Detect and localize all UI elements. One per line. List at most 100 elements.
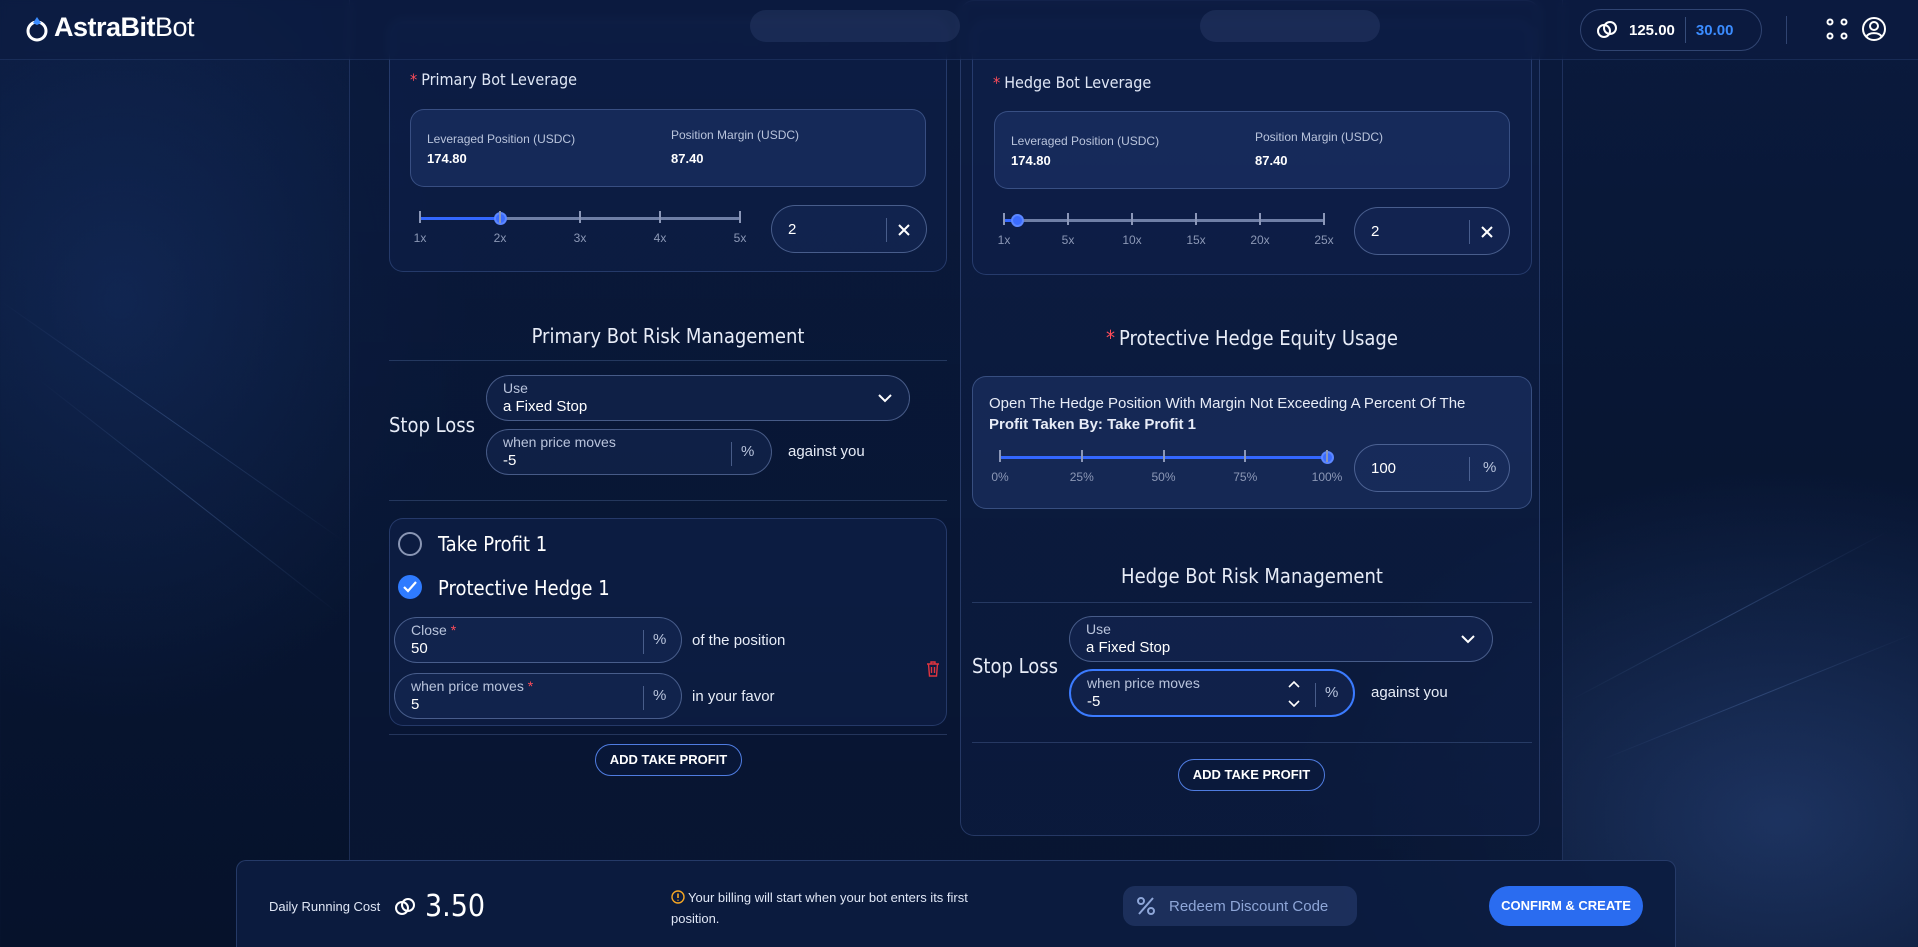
slider-track [1004,219,1324,222]
input-divider [1315,683,1316,707]
select-label: Use [1086,621,1111,637]
slider-tick-label: 3x [573,231,587,245]
add-take-profit-button[interactable]: ADD TAKE PROFIT [1178,759,1325,791]
percent-suffix: % [653,631,667,648]
background-streak [1569,531,1889,701]
input-divider [1469,457,1470,481]
slider-tick [1162,450,1165,462]
hedge-risk-title: Hedge Bot Risk Management [1121,564,1383,588]
primary-leverage-input[interactable]: 2 [771,205,927,253]
billing-note: Your billing will start when your bot en… [671,890,968,926]
equity-value: 100 [1371,460,1397,477]
primary-stop-type-select[interactable]: Use a Fixed Stop [486,375,910,421]
slider-knob[interactable] [1010,214,1024,227]
slider-tick [579,211,581,223]
hedge-leverage-label: * Hedge Bot Leverage [993,73,1152,92]
slider-tick-label: 15x [1186,233,1206,247]
slider-tick [1326,450,1328,462]
slider-tick [1131,213,1133,225]
redeem-discount-button[interactable]: Redeem Discount Code [1123,886,1357,926]
percent-suffix: % [741,443,755,460]
top-bar: AstraBitBot 125.00 30.00 [0,0,1918,60]
clear-icon[interactable] [896,222,912,238]
take-profit-radio[interactable] [398,532,422,556]
slider-tick [739,211,741,223]
take-profit-label: Take Profit 1 [438,532,548,556]
against-you-text: against you [788,443,865,460]
slider-tick [999,450,1001,462]
leveraged-position-value: 174.80 [427,151,467,166]
background-streak [0,300,345,542]
input-label: Close * [411,622,457,638]
slider-tick [1080,450,1083,462]
divider [389,360,947,361]
leveraged-position-label: Leveraged Position (USDC) [427,132,576,146]
hedge-position-summary: Leveraged Position (USDC) 174.80 Positio… [994,111,1510,189]
apps-grid-icon[interactable] [1824,16,1850,42]
hedge-stop-moves-input[interactable]: when price moves -5 % [1069,669,1355,717]
slider-tick-label: 75% [1233,470,1258,484]
input-value: 5 [411,696,420,713]
input-label: when price moves [503,434,616,450]
divider [972,602,1532,603]
hedge-leverage-input[interactable]: 2 [1354,207,1510,255]
astrabit-logo-icon [26,16,48,41]
equity-usage-description: Open The Hedge Position With Margin Not … [989,395,1466,433]
select-label: Use [503,380,528,396]
input-divider [731,442,732,466]
app-logo[interactable]: AstraBitBot [24,12,195,43]
daily-cost-value: 3.50 [425,889,486,924]
input-divider [1469,220,1470,244]
input-divider [643,686,644,710]
trash-icon[interactable] [926,661,940,677]
primary-stop-moves-input[interactable]: when price moves -5 % [486,429,772,475]
slider-tick [1244,450,1247,462]
slider-fill [420,217,500,220]
slider-tick-label: 2x [493,231,507,245]
balance-pill[interactable]: 125.00 30.00 [1580,9,1762,51]
slider-tick-label: 25x [1314,233,1334,247]
percent-icon [1137,897,1155,915]
primary-leverage-slider[interactable]: 1x 2x 3x 4x 5x [414,209,746,249]
slider-tick [1195,213,1197,225]
chevron-down-icon [1461,635,1475,644]
hedge-stop-loss-label: Stop Loss [972,654,1059,678]
confirm-create-button[interactable]: CONFIRM & CREATE [1489,886,1643,926]
divider [389,500,947,501]
slider-tick-label: 4x [653,231,667,245]
slider-tick [659,211,661,223]
select-value: a Fixed Stop [503,398,588,415]
coin-icon [395,898,415,915]
equity-usage-input[interactable]: 100 % [1354,444,1510,492]
of-position-text: of the position [692,632,786,649]
slider-tick-label: 50% [1151,470,1176,484]
stepper-arrows-icon[interactable] [1287,677,1301,711]
slider-tick-label: 25% [1069,470,1094,484]
balance-secondary: 30.00 [1695,21,1734,39]
daily-cost-label: Daily Running Cost [269,899,381,914]
slider-tick [1067,213,1069,225]
header-divider [1786,16,1787,44]
protective-hedge-label: Protective Hedge 1 [438,576,610,600]
position-margin-value: 87.40 [1255,153,1288,168]
hedge-stop-type-select[interactable]: Use a Fixed Stop [1069,616,1493,662]
primary-stop-loss-label: Stop Loss [389,413,476,437]
protective-hedge-checkbox[interactable] [398,575,422,599]
hedge-leverage-slider[interactable]: 1x 5x 10x 15x 20x 25x [998,211,1334,251]
user-account-icon[interactable] [1861,16,1887,42]
input-divider [886,218,887,242]
tp-price-moves-input[interactable]: when price moves * 5 % [394,673,682,719]
select-value: a Fixed Stop [1086,639,1171,656]
add-take-profit-button[interactable]: ADD TAKE PROFIT [595,744,742,776]
equity-usage-slider[interactable]: 0% 25% 50% 75% 100% [991,448,1342,488]
slider-tick-label: 20x [1250,233,1270,247]
slider-tick [499,211,501,223]
clear-icon[interactable] [1479,224,1495,240]
background-streak [39,380,340,615]
input-value: 50 [411,640,428,657]
divider [389,734,947,735]
slider-tick-label: 5x [1061,233,1075,247]
slider-tick-label: 100% [1311,470,1343,484]
close-percent-input[interactable]: Close * 50 % [394,617,682,663]
slider-tick [1003,213,1005,225]
